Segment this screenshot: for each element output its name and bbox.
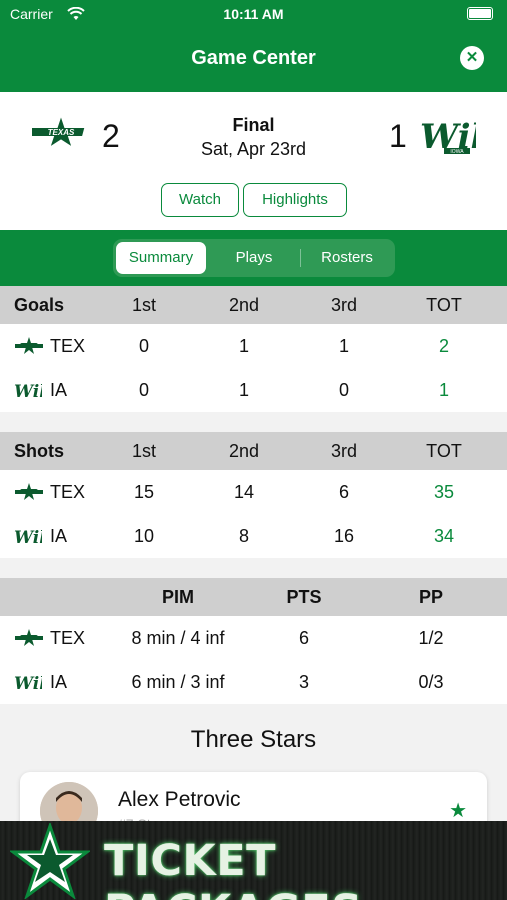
svg-text:Wild: Wild (14, 674, 42, 694)
ticket-packages-banner[interactable]: TICKET PACKAGES (0, 821, 507, 900)
team-abbr: TEX (50, 336, 86, 356)
team-abbr: IA (50, 380, 68, 400)
team-abbr: IA (50, 526, 68, 546)
away-score: 1 (389, 118, 407, 154)
clock: 10:11 AM (223, 6, 284, 22)
iowa-wild-logo: Wild IOWA (420, 117, 476, 157)
three-stars-title: Three Stars (190, 726, 317, 753)
section-gap (0, 412, 507, 432)
highlights-button[interactable]: Highlights (243, 183, 347, 217)
col-3rd: 3rd (330, 441, 357, 461)
segmented-control: Summary Plays Rosters (113, 239, 395, 277)
tab-bar: Summary Plays Rosters (0, 230, 507, 286)
texas-stars-logo (15, 337, 43, 354)
banner-text: TICKET PACKAGES (104, 836, 362, 900)
tab-plays[interactable]: Plays (209, 242, 299, 274)
cell: 10 (133, 526, 155, 546)
total-cell: 1 (438, 380, 449, 400)
iowa-wild-logo: Wild (14, 382, 42, 402)
iowa-wild-logo: Wild (14, 674, 42, 694)
shots-table: Shots 1st 2nd 3rd TOT TEX 15 14 6 35 Wil… (0, 432, 507, 578)
cell: 0 (138, 380, 149, 400)
close-icon[interactable]: ✕ (460, 46, 484, 70)
col-pp: PP (418, 587, 443, 607)
scoreboard: TEXAS 2 Final Sat, Apr 23rd 1 Wild IOWA … (0, 92, 507, 230)
total-cell: 2 (438, 336, 449, 356)
cell: 0/3 (418, 672, 444, 692)
goals-title: Goals (14, 295, 65, 315)
cell: 1 (338, 336, 349, 356)
total-cell: 34 (433, 526, 455, 546)
section-gap (0, 558, 507, 578)
watch-button[interactable]: Watch (161, 183, 239, 217)
table-row: TEX 8 min / 4 inf 6 1/2 (0, 616, 507, 660)
status-bar: Carrier 10:11 AM (10, 6, 497, 24)
col-tot: TOT (426, 295, 462, 315)
col-1st: 1st (131, 295, 156, 315)
col-pts: PTS (286, 587, 322, 607)
table-row: TEX 0 1 1 2 (0, 324, 507, 368)
table-row: Wild IA 0 1 0 1 (0, 368, 507, 412)
segment-divider (300, 249, 301, 267)
tab-rosters[interactable]: Rosters (302, 242, 392, 274)
cell: 16 (333, 526, 355, 546)
shots-title: Shots (14, 441, 65, 461)
team-abbr: TEX (50, 482, 86, 502)
star-icon: ★ (449, 800, 467, 822)
table-row: TEX 15 14 6 35 (0, 470, 507, 514)
cell: 8 (238, 526, 249, 546)
cell: 3 (298, 672, 309, 692)
penalties-header: PIM PTS PP (0, 578, 507, 616)
table-row: Wild IA 10 8 16 34 (0, 514, 507, 558)
cell: 6 min / 3 inf (131, 672, 225, 692)
col-2nd: 2nd (228, 295, 260, 315)
cell: 1/2 (418, 628, 444, 648)
svg-text:Wild: Wild (14, 382, 42, 402)
cell: 8 min / 4 inf (131, 628, 225, 648)
cell: 14 (233, 482, 255, 502)
team-abbr: IA (50, 672, 68, 692)
col-pim: PIM (161, 587, 194, 607)
cell: 1 (238, 336, 249, 356)
cell: 0 (138, 336, 149, 356)
shots-header: Shots 1st 2nd 3rd TOT (0, 432, 507, 470)
page-title: Game Center (191, 47, 316, 69)
stars-star-icon (10, 823, 90, 899)
penalties-table: PIM PTS PP TEX 8 min / 4 inf 6 1/2 Wild … (0, 578, 507, 704)
cell: 15 (133, 482, 155, 502)
col-2nd: 2nd (228, 441, 260, 461)
team-abbr: TEX (50, 628, 86, 648)
top-bar: Carrier 10:11 AM Game Center ✕ (0, 0, 507, 92)
texas-stars-logo (15, 629, 43, 646)
iowa-wild-logo: Wild (14, 528, 42, 548)
svg-text:Wild: Wild (14, 528, 42, 548)
table-row: Wild IA 6 min / 3 inf 3 0/3 (0, 660, 507, 704)
cell: 6 (338, 482, 349, 502)
col-3rd: 3rd (330, 295, 357, 315)
battery-icon (467, 7, 493, 20)
cell: 0 (338, 380, 349, 400)
texas-stars-logo (15, 483, 43, 500)
cell: 6 (298, 628, 309, 648)
cell: 1 (238, 380, 249, 400)
svg-text:IOWA: IOWA (450, 149, 464, 155)
goals-header: Goals 1st 2nd 3rd TOT (0, 286, 507, 324)
tab-summary[interactable]: Summary (116, 242, 206, 274)
col-tot: TOT (426, 441, 462, 461)
player-name: Alex Petrovic (118, 788, 241, 811)
col-1st: 1st (131, 441, 156, 461)
total-cell: 35 (433, 482, 455, 502)
goals-table: Goals 1st 2nd 3rd TOT TEX 0 1 1 2 Wild I… (0, 286, 507, 432)
